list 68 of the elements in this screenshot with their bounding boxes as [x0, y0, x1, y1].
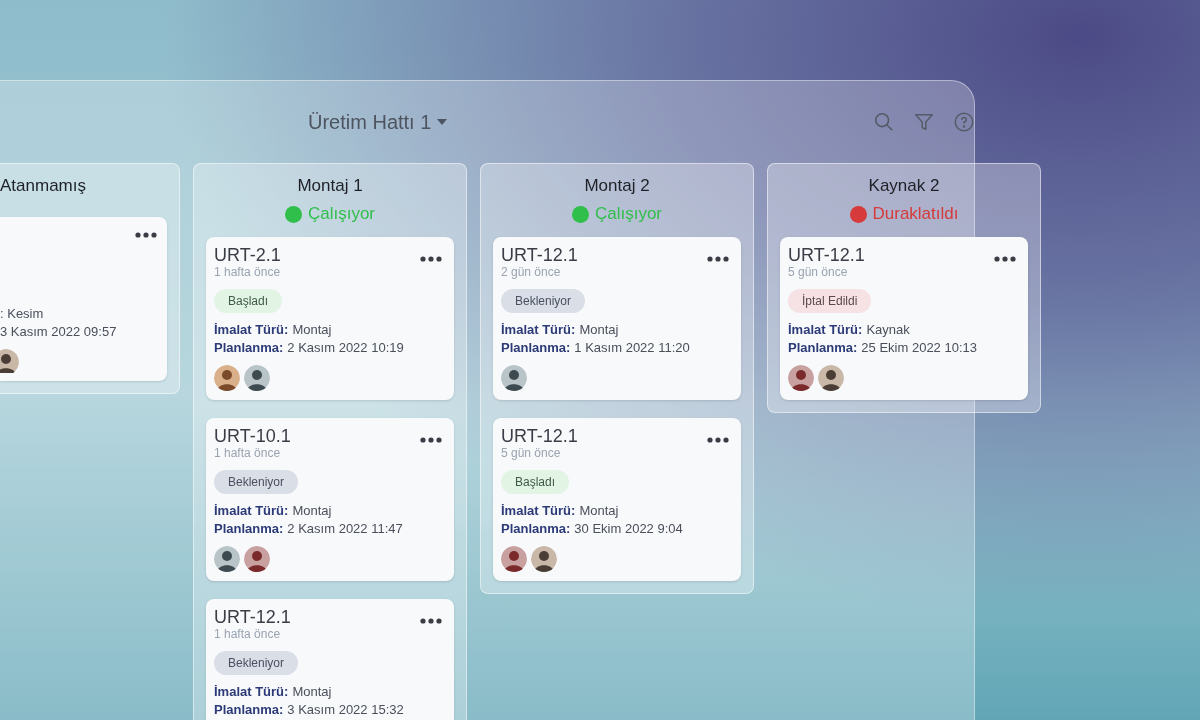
help-icon[interactable] — [953, 110, 975, 133]
field-label: İmalat Türü: — [501, 321, 576, 339]
task-time: 1 hafta önce — [214, 627, 282, 642]
field-label: Planlanma: — [214, 339, 284, 357]
field-value: 3 Kasım 2022 09:57 — [0, 322, 117, 341]
task-card[interactable]: URT-2.1 1 hafta önce Başladı İmalat Türü: Montaj Planlanma: 2 Kasım 2022 10:19 — [206, 237, 454, 400]
more-icon[interactable] — [420, 437, 442, 443]
field-label: Planlanma: — [214, 520, 284, 538]
more-icon[interactable] — [420, 618, 442, 624]
task-card[interactable]: URT-12.1 5 gün önce İptal Edildi İmalat Türü: Kaynak Planlanma: 25 Ekim 2022 10:13 — [780, 237, 1028, 400]
more-icon[interactable] — [707, 437, 729, 443]
status-label: Çalışıyor — [594, 203, 663, 225]
field-value: Kaynak — [866, 321, 910, 339]
task-card[interactable]: URT-12.1 2 gün önce Bekleniyor İmalat Türü: Montaj Planlanma: 1 Kasım 2022 11:20 — [493, 237, 741, 400]
status-badge: Bekleniyor — [214, 470, 299, 494]
task-id: URT-10.1 — [214, 426, 291, 446]
status-badge: Başladı — [501, 470, 570, 494]
field-label: İmalat Türü: — [788, 321, 863, 339]
field-value: 30 Ekim 2022 9:04 — [574, 520, 683, 538]
field-label: İmalat Türü: — [214, 321, 289, 339]
field-value: 1 Kasım 2022 11:20 — [574, 339, 690, 357]
task-time: 1 hafta önce — [214, 446, 282, 461]
more-icon[interactable] — [994, 256, 1016, 262]
column-title: Atanmamış — [0, 175, 86, 197]
task-id: URT-12.1 — [214, 607, 291, 627]
task-time: 1 hafta önce — [214, 265, 281, 280]
task-time: 5 gün önce — [788, 265, 849, 280]
status-badge: Bekleniyor — [501, 289, 586, 313]
status-badge: Bekleniyor — [214, 651, 299, 675]
column-title: Montaj 1 — [297, 175, 363, 197]
column-title: Montaj 2 — [584, 175, 650, 197]
column-title: Kaynak 2 — [868, 175, 940, 197]
field-value: : Kesim — [0, 304, 44, 323]
status-badge: Başladı — [214, 289, 283, 313]
caret-icon — [437, 118, 448, 125]
more-icon[interactable] — [420, 256, 442, 262]
task-id: URT-2.1 — [214, 245, 281, 265]
task-time: 2 gün önce — [501, 265, 562, 280]
task-card[interactable]: URT-10.1 1 hafta önce Bekleniyor İmalat Türü: Montaj Planlanma: 2 Kasım 2022 11:47 — [206, 418, 454, 581]
field-value: Montaj — [292, 683, 332, 701]
task-card[interactable]: URT-12.1 5 gün önce Başladı İmalat Türü: Montaj Planlanma: 30 Ekim 2022 9:04 — [493, 418, 741, 581]
field-label: İmalat Türü: — [214, 683, 289, 701]
field-value: Montaj — [292, 502, 332, 520]
field-value: 25 Ekim 2022 10:13 — [861, 339, 977, 357]
field-value: Montaj — [579, 321, 619, 339]
status-label: Duraklatıldı — [872, 203, 959, 225]
field-label: Planlanma: — [501, 339, 571, 357]
field-label: Planlanma: — [788, 339, 858, 357]
field-label: Planlanma: — [214, 701, 284, 719]
task-id: URT-12.1 — [501, 245, 578, 265]
status-badge: İptal Edildi — [788, 289, 872, 313]
more-icon[interactable] — [135, 232, 157, 238]
field-label: Planlanma: — [501, 520, 571, 538]
field-label: İmalat Türü: — [501, 502, 576, 520]
field-label: İmalat Türü: — [214, 502, 289, 520]
field-value: 3 Kasım 2022 15:32 — [287, 701, 404, 719]
task-card[interactable]: : Kesim 3 Kasım 2022 09:57 — [0, 217, 167, 381]
task-id: URT-12.1 — [788, 245, 865, 265]
field-value: 2 Kasım 2022 10:19 — [287, 339, 404, 357]
more-icon[interactable] — [707, 256, 729, 262]
field-value: Montaj — [579, 502, 619, 520]
board-title-dropdown[interactable]: Üretim Hattı 1 — [308, 106, 448, 137]
task-id: URT-12.1 — [501, 426, 578, 446]
status-label: Çalışıyor — [307, 203, 376, 225]
task-card[interactable]: URT-12.1 1 hafta önce Bekleniyor İmalat Türü: Montaj Planlanma: 3 Kasım 2022 15:32 — [206, 599, 454, 720]
task-time: 5 gün önce — [501, 446, 562, 461]
field-value: Montaj — [292, 321, 332, 339]
field-value: 2 Kasım 2022 11:47 — [287, 520, 403, 538]
